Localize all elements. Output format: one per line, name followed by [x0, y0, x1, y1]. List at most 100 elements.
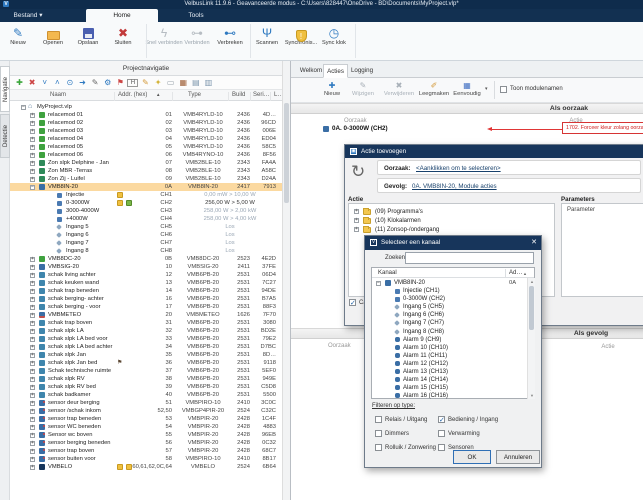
tree-row-relacemod-05[interactable]: +relacemod 0505VMB4RYLD-10243658C5 — [10, 143, 282, 151]
delete-icon[interactable]: ✖ — [27, 78, 38, 88]
tree-row-vmbsig-20[interactable]: +VMBSIG-2010VMBSIG-20241137FE — [10, 263, 282, 271]
tree-row-schak-slpk-jan-bed[interactable]: +schak slpk Jan bed⚑36VMB6PB-2025319118 — [10, 359, 282, 367]
tree-row-myproject-vlp[interactable]: −⌂MyProject.vlp — [10, 103, 282, 111]
actie-cell[interactable]: 1702. Forceer kleur zolang oorzaak g — [562, 122, 643, 134]
tree-row-schak-berging-voor[interactable]: +schak berging - voor17VMB6PB-20253188F3 — [10, 303, 282, 311]
expander-icon[interactable]: + — [30, 273, 35, 278]
expander-icon[interactable]: + — [30, 113, 35, 118]
ok-button[interactable]: OK — [453, 450, 491, 464]
toolbar-button-nieuw[interactable]: ✚Nieuw — [315, 80, 349, 97]
expander-icon[interactable]: + — [30, 145, 35, 150]
kanaal-row-alarm-10-ch10[interactable]: Alarm 10 (CH10) — [372, 344, 522, 352]
expander-icon[interactable]: + — [30, 329, 35, 334]
categorieen-checkbox[interactable] — [349, 299, 356, 306]
kanaal-row-0-3000w-ch2[interactable]: 0-3000W (CH2) — [372, 295, 522, 303]
brush-icon[interactable]: ✎ — [140, 78, 151, 88]
expander-icon[interactable]: + — [30, 449, 35, 454]
ribbon-button-sluiten[interactable]: ✖Sluiten — [104, 25, 142, 59]
tab-welkom[interactable]: Welkom — [298, 64, 324, 78]
search-icon[interactable]: ⊙ — [64, 78, 75, 88]
close-icon[interactable]: ✕ — [529, 238, 539, 246]
col-kanaal[interactable]: Kanaal — [378, 270, 397, 276]
actie-category-10-klokalarmen[interactable]: +(10) Klokalarmen — [349, 217, 549, 226]
expander-icon[interactable]: + — [30, 313, 35, 318]
expander-icon[interactable]: + — [30, 337, 35, 342]
expander-icon[interactable]: + — [30, 289, 35, 294]
col-adres[interactable]: Ad… — [509, 270, 522, 276]
filter-checkbox-verwarming[interactable] — [438, 430, 445, 437]
tree-row-4000w[interactable]: +4000WCH4258,00 W > 4,00 kW — [10, 215, 282, 223]
expander-icon[interactable]: − — [30, 185, 35, 190]
side-tab-navigatie[interactable]: Navigatie — [0, 66, 10, 112]
expander-icon[interactable]: + — [30, 369, 35, 374]
tree-row-0-3000w[interactable]: 0-3000WCH2256,00 W > 5,00 W — [10, 199, 282, 207]
tree-row-3000-4000w[interactable]: 3000-4000WCH3258,00 W > 2,00 kW — [10, 207, 282, 215]
tree-row-relacemod-02[interactable]: +relacemod 0202VMB4RYLD-10243696CD — [10, 119, 282, 127]
kanaal-row-ingang-8-ch8[interactable]: Ingang 8 (CH8) — [372, 328, 522, 336]
dialog-title-bar[interactable]: V Selecteer een kanaal ✕ — [365, 236, 541, 250]
tree-row-schak-trap-boven[interactable]: +schak trap boven31VMB6PB-2025313080 — [10, 319, 282, 327]
expander-icon[interactable]: + — [30, 121, 35, 126]
tree-row-schak-living-achter[interactable]: +schak living achter12VMB6PB-20253106D4 — [10, 271, 282, 279]
collapse-all-icon[interactable]: ˅ — [39, 78, 50, 88]
tree-row-ingang-5[interactable]: Ingang 5CH5Los — [10, 223, 282, 231]
kanaal-row-alarm-13-ch13[interactable]: Alarm 13 (CH13) — [372, 368, 522, 376]
dialog-title-bar[interactable]: ▣ Actie toevoegen — [345, 145, 643, 158]
tree-row-schak-slpk-la-bed-achter[interactable]: +schak slpk LA bed achter34VMB6PB-202531… — [10, 343, 282, 351]
tree-row-schak-slpk-la[interactable]: +schak slpk LA32VMB6PB-202531BD2E — [10, 327, 282, 335]
tree-row-schak-slpk-rv[interactable]: +schak slpk RV38VMB6PB-202531949E — [10, 375, 282, 383]
tab-home[interactable]: Home — [86, 9, 158, 22]
expander-icon[interactable]: − — [376, 281, 381, 286]
expander-icon[interactable]: + — [30, 377, 35, 382]
zoeken-input[interactable] — [405, 252, 534, 264]
toolbar-button-eenvoudig[interactable]: ▦Eenvoudig — [450, 80, 484, 97]
tree-row-relacemod-01[interactable]: +relacemod 0101VMB4RYLD-1024364D… — [10, 111, 282, 119]
expander-icon[interactable]: + — [30, 457, 35, 462]
chevron-down-icon[interactable]: ▾ — [485, 86, 488, 92]
col-serial[interactable]: Seri… — [253, 92, 270, 98]
tree-row-zon-zij-luifel[interactable]: +Zon Zij - Luifel09VMB2BLE-102343D24A — [10, 175, 282, 183]
kanaal-row-alarm-11-ch11[interactable]: Alarm 11 (CH11) — [372, 352, 522, 360]
tree-row-sensor-schak-inkom[interactable]: +sensor /schak inkom52,50VMBGP4PIR-20252… — [10, 407, 282, 415]
expander-icon[interactable]: − — [21, 105, 26, 110]
ribbon-button-verbreken[interactable]: ⊷Verbreken — [211, 25, 249, 59]
col-build[interactable]: Build — [232, 92, 245, 98]
tree-row-relacemod-04[interactable]: +relacemod 0404VMB4RYLD-102436ED04 — [10, 135, 282, 143]
filter-checkbox-bediening-ingang[interactable] — [438, 416, 445, 423]
ribbon-button-nieuw[interactable]: ✎Nieuw — [0, 25, 37, 59]
kanaal-row-alarm-15-ch15[interactable]: Alarm 15 (CH15) — [372, 384, 522, 392]
col-addr[interactable]: Addr. (hex) — [118, 92, 147, 98]
tree-row-schak-technische-ruimte[interactable]: +Schak technische ruimte37VMB6PB-2025315… — [10, 367, 282, 375]
tree-row-schak-slpk-rv-bed[interactable]: +schak slpk RV bed39VMB6PB-202531C5D8 — [10, 383, 282, 391]
expander-icon[interactable]: + — [30, 425, 35, 430]
filter-checkbox-sensoren[interactable] — [438, 444, 445, 451]
tree-row-sensor-berging-beneden[interactable]: +sensor berging beneden56VMBPIR-2024280C… — [10, 439, 282, 447]
list-alt-icon[interactable]: ▥ — [203, 78, 214, 88]
tree-row-schak-slpk-jan[interactable]: +schak slpk Jan35VMB6PB-2025318D… — [10, 351, 282, 359]
add-icon[interactable]: ✚ — [14, 78, 25, 88]
tree-row-vmb8in-20[interactable]: −VMB8IN-200AVMB8IN-2024177913 — [10, 183, 282, 191]
ribbon-button-sync-klok[interactable]: ◷Sync klok — [315, 25, 353, 59]
tree-row-vmb8dc-20[interactable]: +VMB8DC-200BVMB8DC-2025234E2D — [10, 255, 282, 263]
tree-row-ingang-8[interactable]: Ingang 8CH8Los — [10, 247, 282, 255]
tree-row-injectie[interactable]: InjectieCH10,00 mW > 10,00 W — [10, 191, 282, 199]
expander-icon[interactable]: + — [30, 297, 35, 302]
address-icon[interactable]: H — [127, 79, 138, 87]
expander-icon[interactable]: + — [30, 153, 35, 158]
filter-checkbox-relais-uitgang[interactable] — [375, 416, 382, 423]
expander-icon[interactable]: + — [30, 361, 35, 366]
erase-icon[interactable]: ▭ — [165, 78, 176, 88]
tab-tools[interactable]: Tools — [176, 9, 216, 22]
kanaal-row-alarm-9-ch9[interactable]: Alarm 9 (CH9) — [372, 336, 522, 344]
hand-icon[interactable]: ✦ — [153, 78, 164, 88]
tree-row-zon-mbr-terras[interactable]: +Zon MBR -Terras08VMB2BLE-102343A58C — [10, 167, 282, 175]
tree-row-sensor-deur-berging[interactable]: +sensor deur berging51VMBPIRO-1024103C0C — [10, 399, 282, 407]
expander-icon[interactable]: + — [30, 409, 35, 414]
tree-scrollbar[interactable] — [282, 61, 290, 500]
ribbon-button-scannen[interactable]: ΨScannen — [248, 25, 286, 59]
tree-row-relacemod-03[interactable]: +relacemod 0303VMB4RYLD-102436006E — [10, 127, 282, 135]
side-tab-detectie[interactable]: Detectie — [0, 114, 10, 158]
tab-acties[interactable]: Acties — [323, 64, 348, 78]
tree-row-schak-keuken-wand[interactable]: +schak keuken wand13VMB6PB-2025317C27 — [10, 279, 282, 287]
expander-icon[interactable]: + — [30, 169, 35, 174]
